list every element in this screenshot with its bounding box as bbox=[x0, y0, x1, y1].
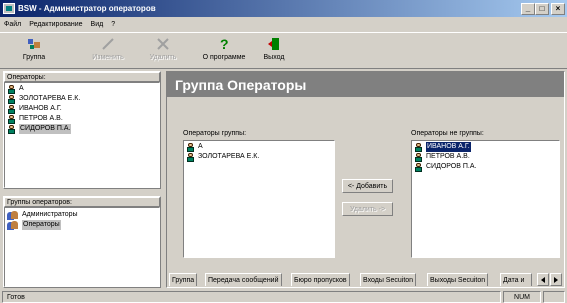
group-icon bbox=[7, 210, 19, 220]
operators-panel: Операторы: А ЗОЛОТАРЕВА Е.К. ИВАНОВ А.Г.… bbox=[3, 71, 161, 189]
group-icon bbox=[26, 36, 42, 52]
list-item[interactable]: А bbox=[186, 142, 332, 152]
user-icon bbox=[7, 94, 16, 104]
tab-scroll-left[interactable] bbox=[537, 273, 549, 286]
status-bar: Готов NUM bbox=[0, 290, 567, 303]
group-icon bbox=[7, 220, 19, 230]
arrow-right-icon bbox=[554, 276, 558, 283]
status-text: Готов bbox=[2, 290, 501, 303]
not-in-group-label: Операторы не группы: bbox=[411, 130, 484, 137]
list-item[interactable]: ИВАНОВ А.Г. bbox=[7, 104, 157, 114]
maximize-button[interactable]: □ bbox=[535, 2, 549, 15]
user-icon bbox=[7, 84, 16, 94]
exit-door-icon bbox=[266, 36, 282, 52]
delete-x-icon bbox=[155, 36, 171, 52]
menu-file[interactable]: Файл bbox=[4, 21, 21, 28]
groups-header: Группы операторов: bbox=[4, 197, 160, 207]
main-area: Группа Операторы Операторы группы: А ЗОЛ… bbox=[166, 71, 565, 288]
user-icon bbox=[414, 162, 423, 172]
page-title: Группа Операторы bbox=[167, 72, 564, 97]
group-button[interactable]: Группа bbox=[14, 36, 54, 68]
user-icon bbox=[186, 152, 195, 162]
operators-header: Операторы: bbox=[4, 72, 160, 82]
title-bar: BSW - Администратор операторов _ □ × bbox=[0, 0, 567, 17]
exit-button[interactable]: Выход bbox=[258, 36, 290, 68]
list-item[interactable]: ЗОЛОТАРЕВА Е.К. bbox=[186, 152, 332, 162]
svg-text:?: ? bbox=[220, 36, 229, 52]
about-button[interactable]: ? О программе bbox=[197, 36, 251, 68]
edit-button[interactable]: Изменить bbox=[86, 36, 130, 68]
in-group-label: Операторы группы: bbox=[183, 130, 247, 137]
list-item[interactable]: ИВАНОВ А.Г. bbox=[414, 142, 557, 152]
menu-help[interactable]: ? bbox=[111, 21, 115, 28]
add-button[interactable]: <- Добавить bbox=[342, 179, 393, 193]
list-item[interactable]: СИДОРОВ П.А. bbox=[414, 162, 557, 172]
tab-scroll-right[interactable] bbox=[550, 273, 562, 286]
list-item[interactable]: СИДОРОВ П.А. bbox=[7, 124, 157, 134]
groups-list[interactable]: Администраторы Операторы bbox=[4, 207, 160, 287]
toolbar: Группа Изменить Удалить ? О программе Вы… bbox=[0, 32, 567, 69]
menu-bar: Файл Редактирование Вид ? bbox=[0, 17, 567, 32]
pencil-icon bbox=[100, 36, 116, 52]
list-item[interactable]: ПЕТРОВ А.В. bbox=[414, 152, 557, 162]
list-item[interactable]: Операторы bbox=[7, 220, 157, 230]
menu-view[interactable]: Вид bbox=[91, 21, 104, 28]
arrow-left-icon bbox=[541, 276, 545, 283]
menu-edit[interactable]: Редактирование bbox=[29, 21, 82, 28]
user-icon bbox=[7, 104, 16, 114]
not-in-group-list[interactable]: ИВАНОВ А.Г. ПЕТРОВ А.В. СИДОРОВ П.А. bbox=[411, 140, 560, 258]
list-item[interactable]: ЗОЛОТАРЕВА Е.К. bbox=[7, 94, 157, 104]
tab-pass-office[interactable]: Бюро пропусков bbox=[291, 273, 350, 286]
list-item[interactable]: Администраторы bbox=[7, 210, 157, 220]
tab-strip: Группа Передача сообщений Бюро пропусков… bbox=[169, 273, 564, 287]
user-icon bbox=[414, 142, 423, 152]
user-icon bbox=[7, 124, 16, 134]
tab-messaging[interactable]: Передача сообщений bbox=[205, 273, 282, 286]
list-item[interactable]: ПЕТРОВ А.В. bbox=[7, 114, 157, 124]
num-lock-indicator: NUM bbox=[503, 290, 541, 303]
tab-secuiton-inputs[interactable]: Входы Secuiton bbox=[360, 273, 417, 286]
remove-button[interactable]: Удалить -> bbox=[342, 202, 393, 216]
minimize-button[interactable]: _ bbox=[521, 2, 535, 15]
user-icon bbox=[7, 114, 16, 124]
tab-date[interactable]: Дата и bbox=[500, 273, 532, 286]
groups-panel: Группы операторов: Администраторы Операт… bbox=[3, 196, 161, 288]
in-group-list[interactable]: А ЗОЛОТАРЕВА Е.К. bbox=[183, 140, 335, 258]
user-icon bbox=[414, 152, 423, 162]
user-icon bbox=[186, 142, 195, 152]
operators-list[interactable]: А ЗОЛОТАРЕВА Е.К. ИВАНОВ А.Г. ПЕТРОВ А.В… bbox=[4, 82, 160, 188]
tab-group[interactable]: Группа bbox=[169, 273, 198, 286]
tab-secuiton-outputs[interactable]: Выходы Secuiton bbox=[427, 273, 489, 286]
question-icon: ? bbox=[216, 36, 232, 52]
app-icon[interactable] bbox=[3, 3, 15, 14]
window-title: BSW - Администратор операторов bbox=[18, 4, 156, 13]
delete-button[interactable]: Удалить bbox=[145, 36, 181, 68]
list-item[interactable]: А bbox=[7, 84, 157, 94]
status-pane bbox=[543, 290, 565, 303]
close-button[interactable]: × bbox=[551, 2, 565, 15]
